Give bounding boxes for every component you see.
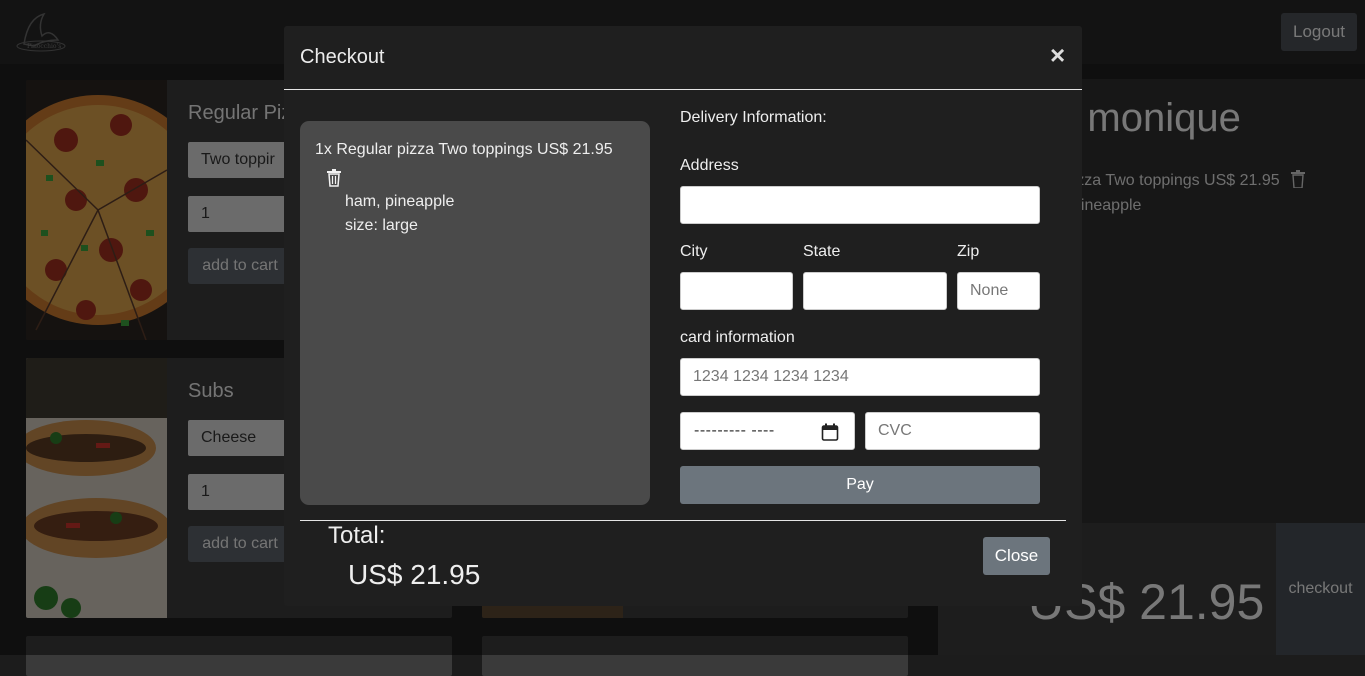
close-icon[interactable]: ×: [1050, 40, 1065, 71]
order-item-line: 1x Regular pizza Two toppings US$ 21.95: [315, 141, 613, 158]
state-input[interactable]: [803, 272, 947, 310]
cvc-input[interactable]: [865, 412, 1040, 450]
zip-label: Zip: [957, 243, 980, 260]
card-number-input[interactable]: [680, 358, 1040, 396]
calendar-icon[interactable]: [821, 423, 839, 441]
state-label: State: [803, 243, 841, 260]
trash-icon[interactable]: [326, 169, 342, 187]
expiry-placeholder: --------- ----: [694, 422, 775, 439]
pay-button[interactable]: Pay: [680, 466, 1040, 504]
order-size: size: large: [345, 217, 418, 234]
header-divider: [284, 89, 1082, 90]
close-button[interactable]: Close: [983, 537, 1050, 575]
order-toppings: ham, pineapple: [345, 193, 455, 210]
address-input[interactable]: [680, 186, 1040, 224]
zip-input[interactable]: [957, 272, 1040, 310]
city-label: City: [680, 243, 708, 260]
address-label: Address: [680, 157, 739, 174]
footer-divider: [300, 520, 1066, 521]
checkout-modal: Checkout × 1x Regular pizza Two toppings…: [284, 26, 1082, 606]
total-label: Total:: [328, 522, 386, 549]
city-input[interactable]: [680, 272, 793, 310]
modal-title: Checkout: [300, 46, 385, 68]
delivery-heading: Delivery Information:: [680, 109, 827, 126]
order-summary-panel: 1x Regular pizza Two toppings US$ 21.95 …: [300, 121, 650, 505]
total-value: US$ 21.95: [348, 559, 481, 590]
card-info-label: card information: [680, 329, 795, 346]
expiry-date-input[interactable]: --------- ----: [680, 412, 855, 450]
